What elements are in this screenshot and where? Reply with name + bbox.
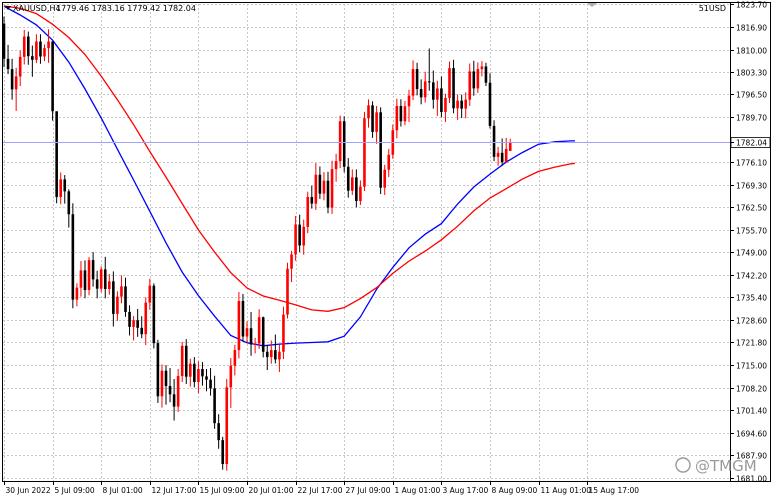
y-tick-label: 1810.00 — [736, 47, 767, 56]
y-tick-label: 1749.00 — [736, 249, 767, 258]
candle — [71, 203, 75, 309]
candle — [261, 316, 265, 358]
candle — [363, 111, 366, 192]
symbol-label: XAUUSD,H4 — [13, 4, 61, 13]
y-tick-label: 1762.50 — [736, 204, 767, 213]
ohlc-readout: 1779.46 1783.16 1779.42 1782.04 — [56, 4, 196, 13]
x-tick-label: 11 Aug 01:00 — [541, 486, 592, 495]
y-tick-label: 1776.10 — [736, 159, 767, 168]
y-tick-label: 1735.40 — [736, 294, 767, 303]
chart-frame — [2, 2, 771, 482]
candle — [342, 116, 346, 173]
candle — [237, 291, 241, 359]
x-tick-label: 20 Jul 01:00 — [249, 486, 294, 495]
y-tick-label: 1721.80 — [736, 339, 767, 348]
x-tick-label: 5 Jul 09:00 — [55, 486, 95, 495]
x-tick-label: 8 Aug 09:00 — [492, 486, 538, 495]
y-tick-label: 1708.20 — [736, 385, 767, 394]
y-tick-label: 1715.00 — [736, 362, 767, 371]
candle — [99, 266, 103, 293]
candle — [51, 41, 54, 121]
x-tick-label: 22 Jul 17:00 — [298, 486, 343, 495]
candle — [492, 120, 496, 162]
candle — [152, 283, 156, 349]
candle — [87, 257, 91, 296]
x-tick-label: 15 Jul 09:00 — [200, 486, 245, 495]
indicator-label: 51USD — [699, 4, 726, 13]
y-tick-label: 1681.00 — [736, 475, 767, 484]
candle — [55, 111, 58, 204]
candle — [225, 379, 229, 471]
y-tick-label: 1694.60 — [736, 430, 767, 439]
x-tick-label: 27 Jul 09:00 — [346, 486, 391, 495]
chart-window: 1823.70 1816.90 1810.00 1803.30 1796.50 1789.… — [0, 0, 776, 496]
candle — [338, 115, 342, 169]
x-tick-label: 12 Jul 17:00 — [152, 486, 197, 495]
candle — [379, 107, 382, 194]
x-axis-ticks: 30 Jun 2022 5 Jul 09:00 8 Jul 01:00 12 Jul … — [4, 481, 640, 495]
price-chart[interactable]: 1823.70 1816.90 1810.00 1803.30 1796.50 1789.… — [0, 0, 776, 496]
candle — [286, 262, 289, 319]
candle — [241, 293, 245, 342]
y-tick-label: 1755.70 — [736, 227, 767, 236]
y-tick-label: 1742.20 — [736, 272, 767, 281]
y-tick-label: 1796.50 — [736, 91, 767, 100]
y-tick-label: 1823.70 — [736, 1, 767, 10]
y-tick-label: 1701.40 — [736, 407, 767, 416]
y-tick-label: 1789.70 — [736, 114, 767, 123]
y-tick-label: 1728.60 — [736, 317, 767, 326]
x-tick-label: 8 Jul 01:00 — [103, 486, 143, 495]
x-tick-label: 30 Jun 2022 — [6, 486, 51, 495]
x-tick-label: 15 Aug 17:00 — [589, 486, 640, 495]
y-tick-label: 1816.90 — [736, 24, 767, 33]
y-tick-label: 1803.30 — [736, 69, 767, 78]
x-tick-label: 3 Aug 17:00 — [443, 486, 489, 495]
candle — [156, 339, 160, 403]
candle — [180, 341, 184, 383]
y-tick-label: 1769.30 — [736, 182, 767, 191]
y-tick-label: 1782.04 — [736, 139, 767, 148]
x-tick-label: 1 Aug 01:00 — [395, 486, 441, 495]
watermark: @TMGM — [695, 457, 757, 475]
